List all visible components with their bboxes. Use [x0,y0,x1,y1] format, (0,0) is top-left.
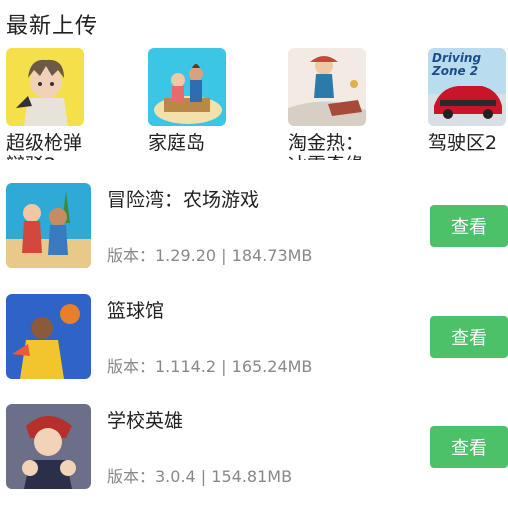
app-name: 篮球馆 [107,300,165,322]
carousel-card-label: 驾驶区2 [428,132,498,154]
view-button[interactable]: 查看 [430,426,508,468]
driving-zone-logo: Driving Zone 2 [432,51,482,78]
carousel-card-label: 淘金热：冰雪奇缘 [288,132,365,160]
view-button[interactable]: 查看 [430,316,508,358]
driving-zone-icon: Driving Zone 2 [428,48,506,126]
carousel-card[interactable]: 家庭岛 [148,48,248,160]
view-button[interactable]: 查看 [430,205,508,247]
latest-carousel: 超级枪弹辩驳2 家庭岛 [0,48,508,160]
carousel-card[interactable]: 淘金热：冰雪奇缘 [288,48,388,160]
app-meta: 版本：3.0.4 | 154.81MB [107,467,293,486]
carousel-card-label: 家庭岛 [148,132,206,154]
section-title: 最新上传 [6,14,99,39]
carousel-card[interactable]: Driving Zone 2 驾驶区2 [428,48,508,160]
island-family-icon [148,48,226,126]
carousel-card[interactable]: 超级枪弹辩驳2 [6,48,106,160]
list-item[interactable]: 学校英雄 版本：3.0.4 | 154.81MB 查看 [0,404,508,500]
carousel-card-label: 超级枪弹辩驳2 [6,132,83,160]
app-name: 学校英雄 [107,410,184,432]
basketball-icon [6,294,91,379]
list-item[interactable]: 篮球馆 版本：1.114.2 | 165.24MB 查看 [0,294,508,390]
app-meta: 版本：1.114.2 | 165.24MB [107,357,313,376]
gold-rush-icon [288,48,366,126]
list-item[interactable]: 冒险湾：农场游戏 版本：1.29.20 | 184.73MB 查看 [0,183,508,279]
app-meta: 版本：1.29.20 | 184.73MB [107,246,313,265]
anime-character-icon [6,48,84,126]
adventure-bay-icon [6,183,91,268]
school-hero-icon [6,404,91,489]
app-name: 冒险湾：农场游戏 [107,189,260,211]
